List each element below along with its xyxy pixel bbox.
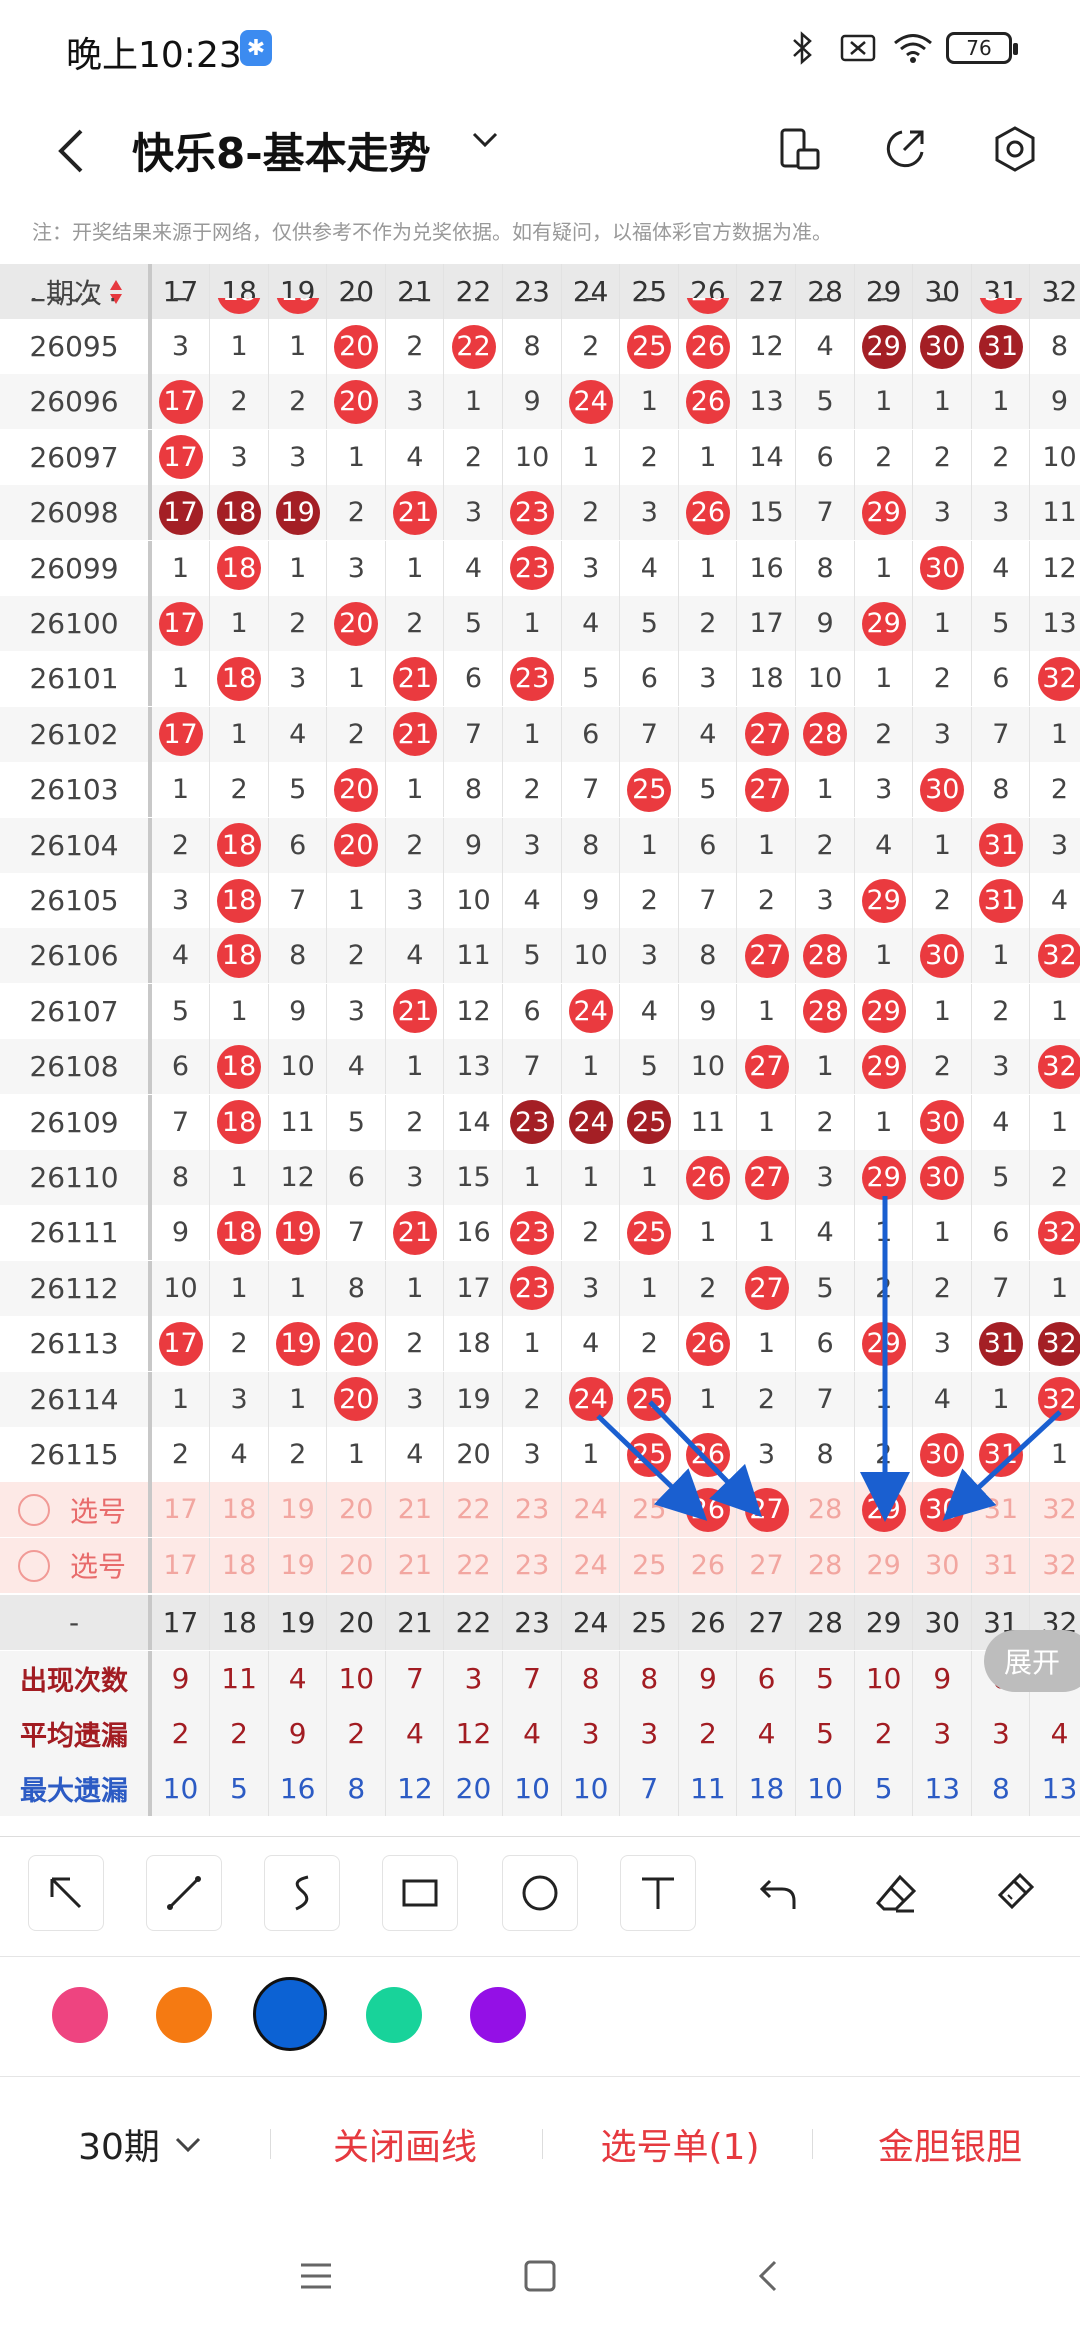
color-swatch[interactable] xyxy=(156,1987,212,2043)
close-drawing-button[interactable]: 关闭画线 xyxy=(300,2077,510,2211)
golden-bile-button[interactable]: 金胆银胆 xyxy=(840,2077,1060,2211)
bottom-action-bar: 30期 关闭画线 选号单(1) 金胆银胆 xyxy=(0,2076,1080,2211)
chevron-down-icon xyxy=(175,2137,200,2153)
menu-nav-icon[interactable] xyxy=(286,2246,346,2306)
curve-tool-icon[interactable] xyxy=(264,1855,340,1931)
color-palette xyxy=(0,1956,1080,2077)
selection-list-button[interactable]: 选号单(1) xyxy=(570,2077,790,2211)
arrow-line xyxy=(648,1400,762,1518)
clear-tool-icon[interactable] xyxy=(976,1855,1052,1931)
back-nav-icon[interactable] xyxy=(738,2246,798,2306)
color-swatch[interactable] xyxy=(52,1987,108,2043)
arrow-line xyxy=(596,1414,708,1521)
arrow-line xyxy=(942,1410,1062,1521)
drawing-toolbar xyxy=(0,1836,1080,1957)
eraser-tool-icon[interactable] xyxy=(858,1855,934,1931)
line-tool-icon[interactable] xyxy=(146,1855,222,1931)
color-swatch[interactable] xyxy=(470,1987,526,2043)
system-nav-bar xyxy=(0,2210,1080,2340)
home-nav-icon[interactable] xyxy=(510,2246,570,2306)
period-select-label: 30期 xyxy=(78,2127,160,2168)
text-tool-icon[interactable] xyxy=(620,1855,696,1931)
circle-tool-icon[interactable] xyxy=(502,1855,578,1931)
color-swatch[interactable] xyxy=(366,1987,422,2043)
period-select[interactable]: 30期 xyxy=(40,2077,240,2211)
rectangle-tool-icon[interactable] xyxy=(382,1855,458,1931)
color-swatch[interactable] xyxy=(253,1977,327,2051)
arrow-tool-icon[interactable] xyxy=(28,1855,104,1931)
undo-tool-icon[interactable] xyxy=(740,1855,816,1931)
